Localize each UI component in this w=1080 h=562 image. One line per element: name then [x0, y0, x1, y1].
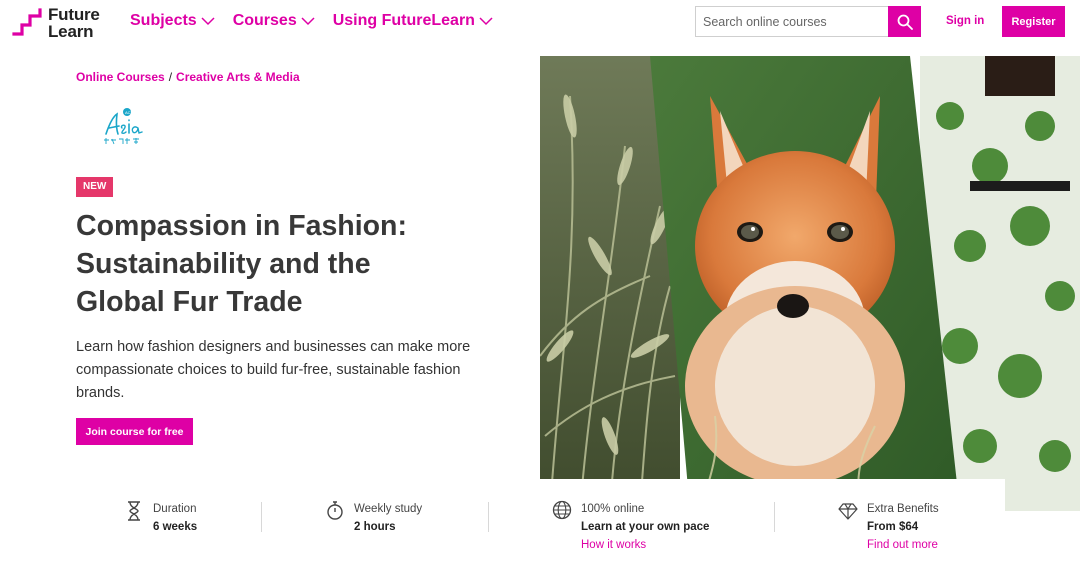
course-description: Learn how fashion designers and business… — [76, 339, 471, 401]
partner-logo[interactable]: ACT — [100, 104, 146, 150]
duration-value: 6 weeks — [153, 521, 198, 533]
stopwatch-icon — [327, 501, 343, 520]
duration-label: Duration — [153, 503, 197, 515]
weekly-study-value: 2 hours — [354, 521, 396, 533]
chevron-down-icon — [479, 16, 493, 25]
online-value: Learn at your own pace — [581, 521, 710, 533]
breadcrumb: Online Courses / Creative Arts & Media — [76, 70, 300, 84]
find-out-more-link[interactable]: Find out more — [867, 536, 939, 554]
sign-in-link[interactable]: Sign in — [946, 15, 984, 27]
extra-benefits-value: From $64 — [867, 521, 919, 533]
globe-icon — [552, 500, 572, 520]
info-divider — [774, 502, 775, 532]
new-badge: NEW — [76, 177, 114, 197]
course-title: Compassion in Fashion: Sustainability an… — [76, 210, 407, 318]
info-divider — [488, 502, 489, 532]
search-icon — [897, 14, 913, 30]
nav-using-futurelearn-label: Using FutureLearn — [332, 12, 475, 29]
hero-image — [540, 56, 1080, 511]
info-weekly-study: Weekly study 2 hours — [325, 500, 422, 536]
info-online: 100% online Learn at your own pace How i… — [552, 500, 709, 554]
diamond-icon — [838, 503, 858, 520]
info-duration: Duration 6 weeks — [124, 500, 197, 536]
info-extra-benefits: Extra Benefits From $64 Find out more — [838, 500, 939, 554]
breadcrumb-online-courses[interactable]: Online Courses — [76, 70, 165, 84]
hero-collage-image — [540, 56, 1080, 511]
logo-steps-icon — [12, 8, 42, 36]
breadcrumb-creative-arts[interactable]: Creative Arts & Media — [176, 70, 300, 84]
search-input[interactable] — [696, 7, 888, 36]
info-divider — [261, 502, 262, 532]
breadcrumb-separator: / — [168, 70, 173, 84]
chevron-down-icon — [201, 16, 215, 25]
fox-illustration — [685, 96, 905, 486]
logo-line1: Future — [48, 5, 100, 24]
extra-benefits-label: Extra Benefits — [867, 503, 939, 515]
search-button[interactable] — [888, 6, 921, 37]
act-asia-logo-icon: ACT — [104, 108, 143, 145]
main-nav: Subjects Courses Using FutureLearn — [130, 12, 511, 30]
search-bar — [695, 6, 921, 37]
site-header: Future Learn Subjects Courses Using Futu… — [0, 0, 1080, 44]
nav-courses-label: Courses — [232, 12, 297, 29]
nav-subjects[interactable]: Subjects — [130, 12, 215, 30]
logo-line2: Learn — [48, 22, 94, 41]
futurelearn-logo[interactable]: Future Learn — [12, 6, 100, 40]
chevron-down-icon — [301, 16, 315, 25]
online-label: 100% online — [581, 503, 645, 515]
weekly-study-label: Weekly study — [354, 503, 423, 515]
nav-subjects-label: Subjects — [130, 12, 197, 29]
nav-using-futurelearn[interactable]: Using FutureLearn — [333, 12, 493, 30]
join-course-button[interactable]: Join course for free — [76, 418, 193, 445]
how-it-works-link[interactable]: How it works — [581, 536, 709, 554]
hourglass-icon — [128, 501, 140, 521]
svg-text:ACT: ACT — [125, 110, 134, 115]
nav-courses[interactable]: Courses — [233, 12, 315, 30]
register-button[interactable]: Register — [1002, 6, 1065, 37]
